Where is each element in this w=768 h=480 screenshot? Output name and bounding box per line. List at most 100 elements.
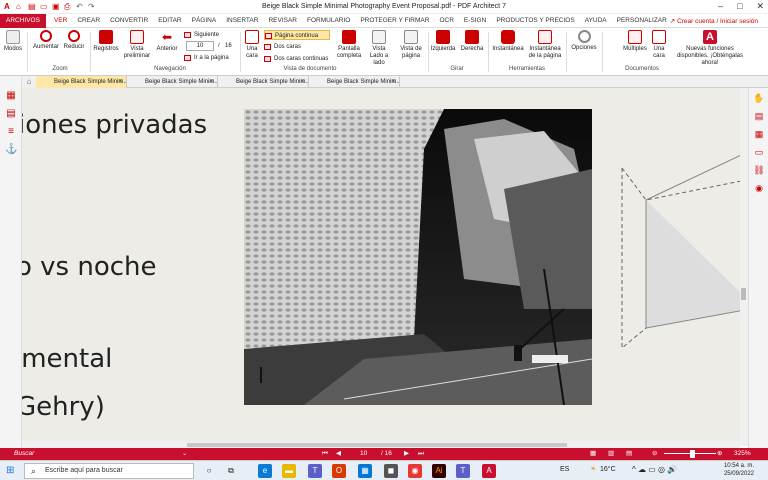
anterior-button[interactable]: ⬅ Anterior — [154, 30, 180, 53]
view-mode-icon[interactable]: ▦ — [590, 448, 596, 460]
system-tray-icons[interactable]: ^ ☁ ▭ ◎ 🔊 — [632, 465, 677, 474]
menu-tab-archivos[interactable]: ARCHIVOS — [0, 14, 46, 28]
zoom-out-status-icon[interactable]: ⊖ — [652, 448, 657, 460]
next-page-icon[interactable]: ▶ — [404, 448, 409, 460]
minimize-button[interactable]: – — [718, 1, 723, 12]
thumbnails-icon[interactable]: ▦ — [5, 90, 17, 102]
nuevas-funciones-button[interactable]: A Nuevas funciones disponibles. ¡Obténga… — [670, 30, 750, 67]
vista-preliminar-button[interactable]: Vista preliminar — [122, 30, 152, 60]
clock[interactable]: 10:54 a. m. 25/09/2022 — [724, 462, 754, 478]
account-link[interactable]: ↗ Crear cuenta / Iniciar sesión — [670, 17, 758, 25]
account-link-label[interactable]: Crear cuenta / Iniciar sesión — [677, 18, 758, 25]
first-page-icon[interactable]: ⏮ — [322, 448, 328, 460]
page-number-input[interactable]: 10 — [186, 41, 214, 51]
pantalla-completa-button[interactable]: Pantalla completa — [334, 30, 364, 60]
close-tab-icon[interactable]: ✕ — [300, 76, 305, 88]
document-tab[interactable]: Beige Black Simple Minim... ✕ — [36, 76, 127, 88]
vista-lado-a-lado-button[interactable]: Vista Lado a lado — [368, 30, 390, 67]
link-icon[interactable]: ⛓ — [753, 164, 765, 176]
una-cara-button[interactable]: Una cara — [243, 30, 261, 60]
home-tab[interactable]: ⌂ — [22, 76, 36, 88]
taskbar-search-input[interactable]: ⌕ Escribe aquí para buscar — [24, 463, 194, 479]
girar-izquierda-button[interactable]: Izquierda — [430, 30, 456, 53]
menu-tab-personalizar[interactable]: PERSONALIZAR — [612, 14, 672, 28]
menu-tab-proteger-y-firmar[interactable]: PROTEGER Y FIRMAR — [355, 14, 434, 28]
status-page-input[interactable]: 10 — [360, 448, 367, 460]
teams-icon-2[interactable]: T — [456, 464, 470, 478]
cortana-icon[interactable]: ○ — [202, 464, 216, 478]
menu-tab-revisar[interactable]: REVISAR — [263, 14, 302, 28]
registros-button[interactable]: Registros — [93, 30, 119, 53]
close-button[interactable]: ✕ — [756, 1, 764, 12]
menu-tab-productos-y-precios[interactable]: PRODUCTOS Y PRECIOS — [491, 14, 579, 28]
document-tab[interactable]: Beige Black Simple Minim... ✕ — [218, 76, 309, 88]
last-page-icon[interactable]: ⏭ — [418, 448, 424, 460]
menu-tab-convertir[interactable]: CONVERTIR — [105, 14, 153, 28]
document-tab[interactable]: Beige Black Simple Minim... ✕ — [309, 76, 400, 88]
search-label[interactable]: Buscar — [14, 448, 34, 460]
instantanea-button[interactable]: Instantánea — [491, 30, 525, 53]
comments-icon[interactable]: ▭ — [753, 146, 765, 158]
girar-derecha-button[interactable]: Derecha — [460, 30, 484, 53]
close-tab-icon[interactable]: ✕ — [118, 76, 123, 88]
zoom-in-button[interactable]: Aumentar — [32, 30, 60, 51]
close-tab-icon[interactable]: ✕ — [209, 76, 214, 88]
edge-icon[interactable]: e — [258, 464, 272, 478]
vertical-scrollbar[interactable] — [740, 88, 748, 446]
vista-de-pagina-button[interactable]: Vista de página — [396, 30, 426, 60]
anchor-icon[interactable]: ⚓ — [5, 144, 17, 156]
chrome-icon[interactable]: ◉ — [408, 464, 422, 478]
view-mode-icon[interactable]: ▥ — [608, 448, 614, 460]
opciones-button[interactable]: Opciones — [570, 30, 598, 52]
illustrator-icon[interactable]: Ai — [432, 464, 446, 478]
temperature[interactable]: 16°C — [600, 466, 616, 473]
task-view-icon[interactable]: ⧉ — [224, 464, 238, 478]
menu-tab-e-sign[interactable]: E-SIGN — [459, 14, 491, 28]
zoom-level[interactable]: 325% — [734, 448, 751, 460]
menu-tab-página[interactable]: PÁGINA — [187, 14, 222, 28]
view-mode-icon[interactable]: ▤ — [626, 448, 632, 460]
dos-caras-option[interactable]: Dos caras — [264, 42, 301, 52]
layers-icon[interactable]: ≡ — [5, 126, 17, 138]
multiples-button[interactable]: Múltiples — [622, 30, 648, 53]
app-icon[interactable]: ◼ — [384, 464, 398, 478]
hand-tool-icon[interactable]: ✋ — [753, 92, 765, 104]
vertical-scroll-thumb[interactable] — [741, 288, 746, 300]
menu-tab-ayuda[interactable]: AYUDA — [580, 14, 612, 28]
store-icon[interactable]: ▦ — [358, 464, 372, 478]
pdf-architect-taskbar-icon[interactable]: A — [482, 464, 496, 478]
instantanea-pagina-button[interactable]: Instantánea de la página — [527, 30, 563, 60]
prev-page-icon[interactable]: ◀ — [336, 448, 341, 460]
menu-tab-formulario[interactable]: FORMULARIO — [302, 14, 355, 28]
menu-tab-ver[interactable]: VER — [49, 14, 72, 28]
windows-start-icon[interactable]: ⊞ — [6, 465, 14, 476]
teams-icon[interactable]: T — [308, 464, 322, 478]
weather-icon[interactable]: ☀ — [590, 465, 596, 473]
menu-tab-crear[interactable]: CREAR — [72, 14, 105, 28]
pagina-continua-option[interactable]: Página continua — [264, 30, 330, 40]
close-tab-icon[interactable]: ✕ — [391, 76, 396, 88]
siguiente-button[interactable]: Siguiente — [184, 30, 219, 40]
zoom-slider-thumb[interactable] — [690, 450, 695, 458]
menu-tab-ocr[interactable]: OCR — [434, 14, 458, 28]
documentos-una-cara-button[interactable]: Una cara — [650, 30, 668, 60]
search-dropdown-icon[interactable]: ⌄ — [182, 448, 187, 460]
zoom-in-status-icon[interactable]: ⊕ — [717, 448, 722, 460]
maximize-button[interactable]: □ — [737, 1, 742, 12]
office-icon[interactable]: O — [332, 464, 346, 478]
horizontal-scroll-thumb[interactable] — [187, 443, 567, 447]
forms-icon[interactable]: ▦ — [753, 128, 765, 140]
stamp-icon[interactable]: ◉ — [753, 182, 765, 194]
zoom-out-button[interactable]: Reducir — [62, 30, 86, 51]
document-tab[interactable]: Beige Black Simple Minim... ✕ — [127, 76, 218, 88]
properties-icon[interactable]: ▤ — [753, 110, 765, 122]
bookmarks-panel-icon[interactable]: ▤ — [5, 108, 17, 120]
menu-tab-insertar[interactable]: INSERTAR — [221, 14, 263, 28]
language-indicator[interactable]: ES — [560, 466, 569, 473]
menu-tab-editar[interactable]: EDITAR — [153, 14, 186, 28]
dos-caras-continuas-option[interactable]: Dos caras continuas — [264, 54, 328, 64]
ir-a-pagina-button[interactable]: Ir a la página — [184, 53, 229, 63]
document-canvas[interactable]: iones privadas o vs noche imental Gehry) — [22, 88, 740, 446]
file-explorer-icon[interactable]: ▬ — [282, 464, 296, 478]
modos-button[interactable]: Modos — [3, 30, 23, 53]
